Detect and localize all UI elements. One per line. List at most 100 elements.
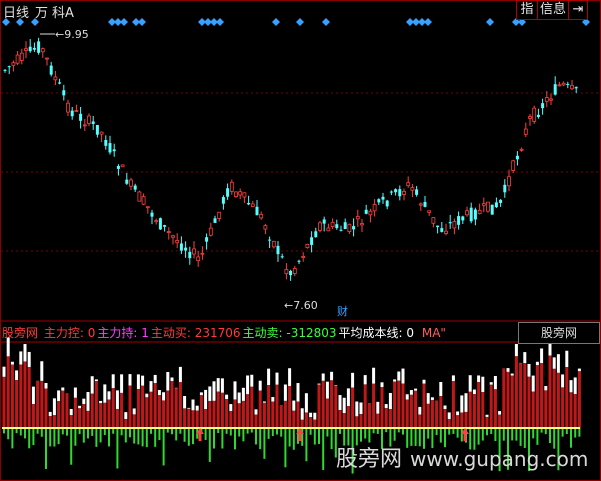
candle-body [402, 191, 406, 195]
sell-bar [45, 428, 47, 469]
buy-bar [338, 410, 342, 428]
volume-bar [145, 393, 149, 398]
candle-body [242, 192, 247, 198]
volume-bar [304, 393, 308, 413]
buy-bar [384, 408, 388, 428]
volume-bar [19, 351, 23, 365]
buy-bar [233, 399, 237, 428]
buy-bar [309, 417, 313, 428]
buy-bar [65, 393, 69, 428]
candle-body [469, 207, 473, 222]
volume-bar [10, 361, 14, 365]
buy-bar [489, 384, 493, 428]
sell-bar [162, 428, 165, 466]
candle-body [519, 148, 524, 151]
sell-bar [574, 428, 577, 438]
sell-bar [124, 428, 127, 443]
candle-body [343, 222, 347, 230]
sell-bar [255, 428, 257, 445]
volume-bar [288, 368, 292, 386]
sell-bar [360, 428, 362, 442]
candle-body [347, 223, 352, 232]
sell-bar [481, 428, 484, 441]
buy-bar [69, 415, 73, 428]
candle-body [570, 85, 574, 90]
candle-body [188, 251, 192, 259]
sell-bar [120, 428, 123, 436]
buy-bar [569, 392, 573, 428]
buy-bar [141, 385, 145, 428]
candlestick-series[interactable] [3, 37, 578, 281]
volume-bar [141, 375, 145, 386]
candle-body [515, 155, 519, 160]
indicator-tab[interactable]: 股旁网 [518, 322, 600, 344]
volume-bar [540, 348, 544, 364]
volume-bar [489, 382, 493, 385]
volume-bar [552, 357, 556, 369]
info-button[interactable]: 信息 [537, 0, 569, 20]
buy-bar [388, 409, 392, 428]
volume-bar [220, 378, 224, 393]
candle-body [544, 97, 549, 102]
buy-bar [136, 389, 140, 428]
buy-bar [514, 356, 518, 428]
indicator-legend: 股旁网 主力控: 0 主力持: 1 主动买: 231706 主动卖: -312803 平… [2, 324, 448, 341]
buy-bar [393, 381, 397, 428]
sell-bar [19, 428, 22, 436]
volume-bar [275, 372, 279, 385]
buy-bar [573, 394, 577, 428]
index-button[interactable]: 指 [516, 0, 538, 20]
buy-bar [36, 380, 40, 428]
sell-bar [154, 428, 157, 447]
buy-bar [241, 400, 245, 428]
buy-bar [111, 388, 115, 428]
candle-body [431, 217, 436, 224]
expand-arrow-icon[interactable]: ⇥ [568, 0, 588, 20]
buy-bar [535, 365, 539, 428]
candle-body [7, 66, 11, 68]
candle-body [322, 219, 326, 224]
candle-body [205, 237, 209, 242]
sell-bar [82, 428, 85, 443]
candle-body [355, 216, 360, 220]
volume-bar [439, 382, 443, 397]
buy-bar [342, 413, 346, 428]
buy-bar [191, 410, 195, 428]
buy-bar [405, 399, 409, 428]
candle-body [389, 191, 393, 193]
volume-bar [561, 374, 565, 388]
volume-bar [334, 385, 338, 387]
sell-bar [145, 428, 148, 448]
buy-bar [498, 414, 502, 428]
sell-bar [427, 428, 430, 439]
candle-body [133, 185, 137, 190]
candle-body [37, 41, 41, 53]
buy-bar [275, 384, 279, 428]
candle-body [11, 62, 16, 66]
volume-bar [313, 412, 317, 420]
candle-body [377, 199, 381, 203]
candle-body [3, 69, 7, 71]
watermark: 股旁网 www.gupang.com [336, 441, 588, 473]
sell-bar [305, 428, 308, 462]
indicator-name: 股旁网 [2, 326, 39, 340]
sell-bar [204, 428, 207, 440]
candle-body [289, 270, 293, 276]
buy-bar [544, 390, 548, 428]
sell-bar [66, 428, 68, 436]
candle-body [276, 245, 280, 255]
candle-body [494, 202, 498, 208]
buy-bar [330, 380, 334, 428]
rights-label[interactable]: 科A [52, 2, 74, 21]
period-label[interactable]: 日线 [3, 2, 29, 21]
volume-bar [86, 392, 90, 411]
buy-bar [2, 376, 6, 428]
candle-body [15, 54, 20, 64]
buy-bar [359, 414, 363, 428]
sell-bar [108, 428, 110, 447]
event-marker: 财 [337, 304, 348, 318]
sell-bar [70, 428, 73, 465]
candle-body [234, 191, 238, 197]
volume-bar [342, 397, 346, 414]
buy-bar [283, 400, 287, 428]
